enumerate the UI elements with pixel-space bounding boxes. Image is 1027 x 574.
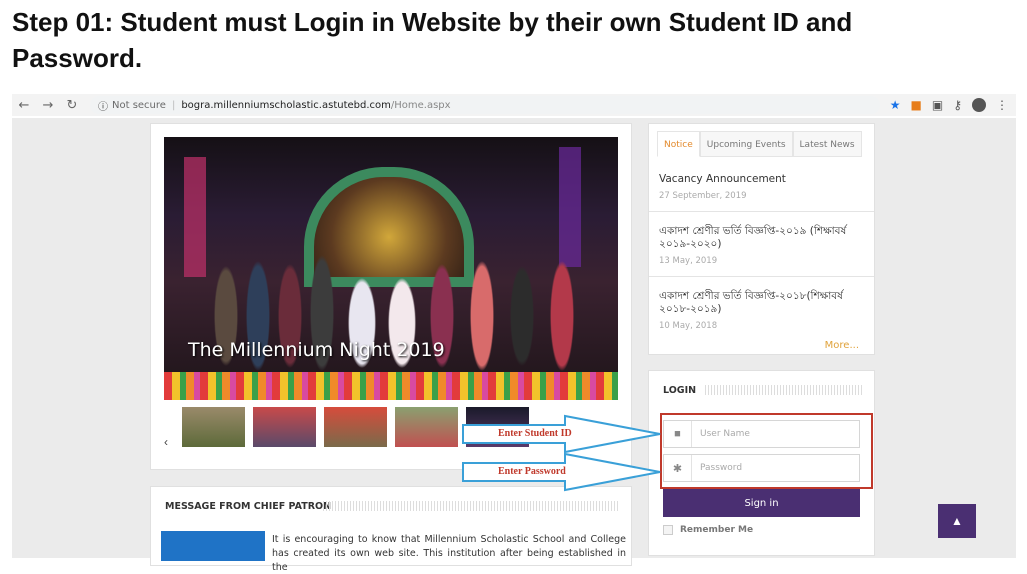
annotation-password: Enter Password [498, 466, 566, 477]
annotation-arrows [462, 414, 661, 492]
annotation-student-id: Enter Student ID [498, 428, 572, 439]
